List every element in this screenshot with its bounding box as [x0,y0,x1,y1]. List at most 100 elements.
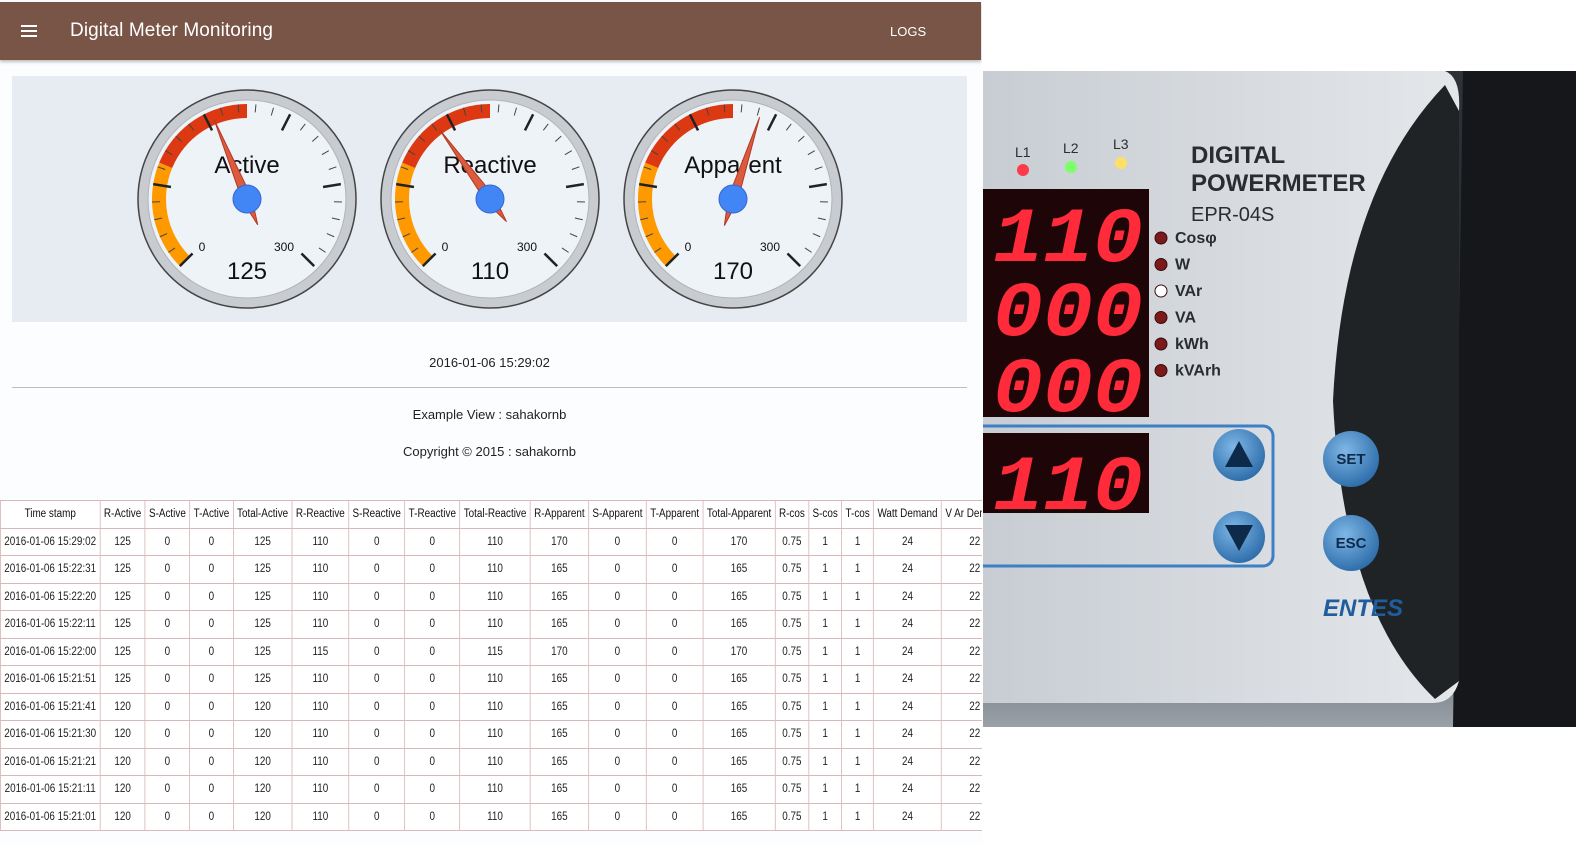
meter-model: EPR-04S [1191,204,1274,226]
table-cell: 0 [189,665,234,694]
indicator-led [1154,284,1168,298]
table-cell: 125 [99,665,146,694]
column-header: T-cos [841,500,875,529]
table-cell: 22 [941,665,982,694]
table-row: 2016-01-06 15:21:21 120 0 0 120 110 0 0 110 165 0 0… [0,747,982,776]
column-header: T-Reactive [404,500,461,529]
reactive-gauge: Reactive0 300110 [380,89,600,309]
table-row: 2016-01-06 15:22:20 125 0 0 125 110 0 0 110 165 0 0… [0,582,982,611]
example-view-text: Example View : sahakornb [412,407,567,422]
table-cell: 0 [588,527,647,556]
table-cell: 1 [808,692,843,721]
table-cell: 0 [348,637,406,666]
table-cell: 2016-01-06 15:21:01 [0,802,101,831]
table-cell: 1 [841,527,875,556]
divider [12,387,967,388]
table-cell: 2016-01-06 15:22:31 [0,555,101,584]
table-cell: 115 [291,637,350,666]
table-cell: 0 [144,692,191,721]
table-cell: 110 [459,802,531,831]
table-cell: 110 [459,610,531,639]
table-cell: 110 [291,720,350,749]
table-cell: 0 [588,775,647,804]
table-cell: 125 [232,582,293,611]
table-cell: 1 [841,802,875,831]
table-cell: 0 [404,747,461,776]
table-cell: 1 [841,555,875,584]
table-cell: 24 [873,610,942,639]
table-cell: 120 [99,747,146,776]
column-header: V Ar Demand [941,500,982,529]
table-cell: 110 [459,720,531,749]
reactive-gauge-max-label: 300 [517,240,537,254]
table-cell: 125 [232,527,293,556]
table-cell: 0.75 [774,775,810,804]
hamburger-menu-icon[interactable] [18,19,42,43]
table-cell: 165 [702,692,776,721]
table-cell: 0 [588,692,647,721]
table-cell: 24 [873,692,942,721]
table-cell: 0 [588,610,647,639]
table-cell: 1 [808,527,843,556]
table-cell: 0 [404,720,461,749]
table-cell: 0.75 [774,637,810,666]
column-header: S-cos [808,500,843,529]
table-cell: 0.75 [774,720,810,749]
table-cell: 24 [873,637,942,666]
table-cell: 1 [808,802,843,831]
table-cell: 1 [808,555,843,584]
table-cell: 0.75 [774,527,810,556]
column-header: Total-Apparent [702,500,776,529]
table-cell: 0 [189,527,234,556]
table-cell: 0 [189,637,234,666]
table-cell: 24 [873,747,942,776]
gauge-panel: Active 0 300 125 Reactive 0 300 110 Apparent 0 3… [12,76,967,322]
table-cell: 110 [291,527,350,556]
table-cell: 0 [144,610,191,639]
table-cell: 110 [291,555,350,584]
meter-brand-line2: POWERMETER [1191,170,1366,197]
app-title: Digital Meter Monitoring [70,20,274,41]
table-cell: 125 [99,555,146,584]
app-window: Digital Meter Monitoring LOGS Active 0 300… [0,0,982,843]
table-cell: 110 [291,582,350,611]
table-row: 2016-01-06 15:21:51 125 0 0 125 110 0 0 110 165 0 0… [0,665,982,694]
column-header: R-Reactive [291,500,350,529]
table-cell: 0 [189,692,234,721]
table-cell: 170 [529,527,589,556]
indicator-led [1154,337,1168,351]
phase-led-label-l1: L1 [1015,144,1031,160]
indicator-label: kWh [1175,336,1209,353]
reactive-gauge-min-label: 0 [442,240,449,254]
table-cell: 2016-01-06 15:22:11 [0,610,101,639]
indicator-label: W [1175,257,1191,274]
table-cell: 0 [404,610,461,639]
table-cell: 0 [144,637,191,666]
table-cell: 0 [348,802,406,831]
table-row: 2016-01-06 15:21:30 120 0 0 120 110 0 0 110 165 0 0… [0,720,982,749]
table-cell: 165 [702,665,776,694]
indicator-label: VAr [1175,283,1202,300]
table-cell: 24 [873,775,942,804]
table-cell: 0 [144,775,191,804]
column-header: T-Active [189,500,234,529]
logs-button[interactable]: LOGS [880,22,936,41]
table-cell: 170 [702,527,776,556]
table-cell: 165 [529,720,589,749]
table-cell: 0 [588,665,647,694]
table-cell: 22 [941,747,982,776]
table-cell: 125 [99,637,146,666]
l3-led [1115,157,1127,169]
table-cell: 1 [841,582,875,611]
table-cell: 125 [99,610,146,639]
table-cell: 1 [841,665,875,694]
table-row: 2016-01-06 15:21:41 120 0 0 120 110 0 0 110 165 0 0… [0,692,982,721]
table-cell: 0 [404,555,461,584]
apparent-gauge: Apparent 0 300 170 [623,89,843,309]
table-cell: 22 [941,720,982,749]
esc-button-label: ESC [1336,535,1367,552]
table-cell: 110 [459,692,531,721]
table-cell: 0 [645,665,704,694]
l2-led [1065,161,1077,173]
table-row: 2016-01-06 15:22:11 125 0 0 125 110 0 0 110 165 0 0… [0,610,982,639]
